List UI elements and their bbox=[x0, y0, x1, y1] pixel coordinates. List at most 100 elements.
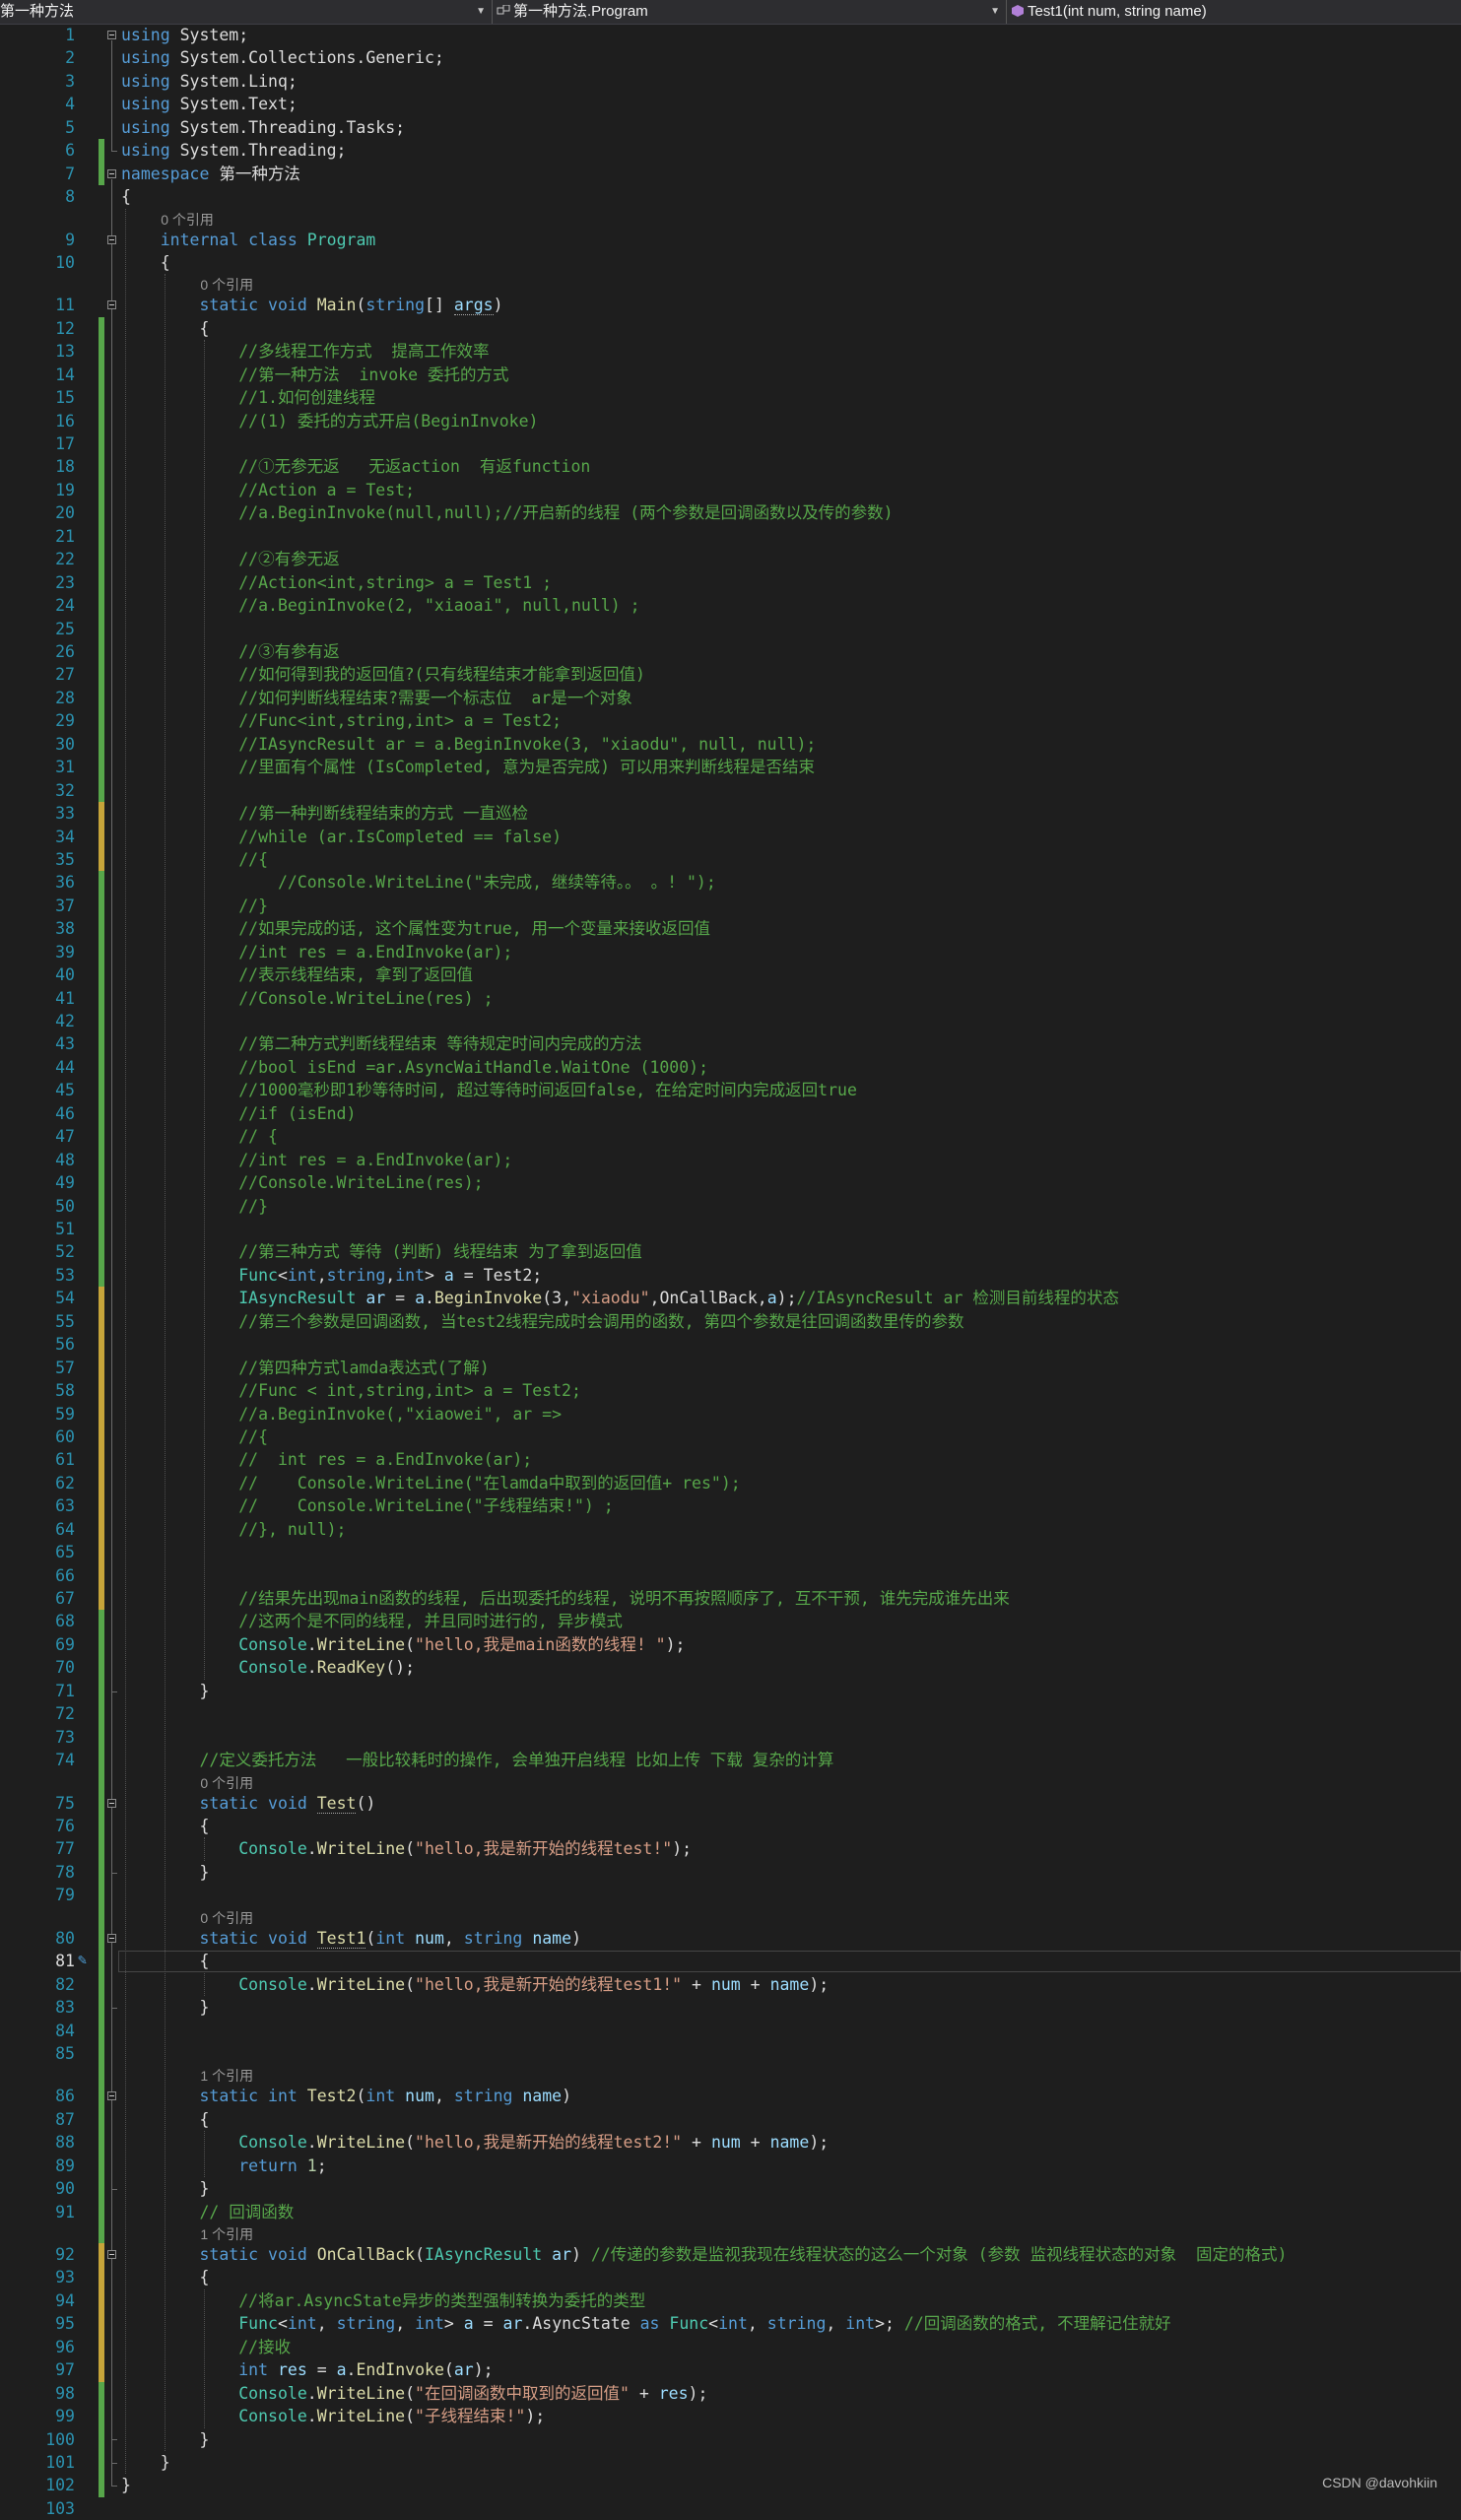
code-line[interactable]: 24 //a.BeginInvoke(2, "xiaoai", null,nul… bbox=[0, 594, 1461, 617]
code-line[interactable]: 39 //int res = a.EndInvoke(ar); bbox=[0, 941, 1461, 963]
code-line[interactable]: 55 //第三个参数是回调函数, 当test2线程完成时会调用的函数, 第四个参… bbox=[0, 1310, 1461, 1333]
code-line[interactable]: 102} bbox=[0, 2474, 1461, 2496]
codelens-reference-count[interactable]: 1 个引用 bbox=[200, 2224, 253, 2244]
code-line[interactable]: 89 return 1; bbox=[0, 2155, 1461, 2177]
codelens-reference-count[interactable]: 0 个引用 bbox=[200, 275, 253, 295]
code-line[interactable]: 18 //①无参无返 无返action 有返function bbox=[0, 455, 1461, 478]
code-line[interactable]: 82 Console.WriteLine("hello,我是新开始的线程test… bbox=[0, 1973, 1461, 1996]
code-line[interactable]: 45 //1000毫秒即1秒等待时间, 超过等待时间返回false, 在给定时间… bbox=[0, 1079, 1461, 1101]
code-line[interactable]: 62 // Console.WriteLine("在lamda中取到的返回值+ … bbox=[0, 1472, 1461, 1494]
code-line[interactable]: 94 //将ar.AsyncState异步的类型强制转换为委托的类型 bbox=[0, 2289, 1461, 2312]
code-line[interactable]: 33 //第一种判断线程结束的方式 一直巡检 bbox=[0, 802, 1461, 825]
code-line[interactable]: 84 bbox=[0, 2020, 1461, 2042]
code-line[interactable]: 67 //结果先出现main函数的线程, 后出现委托的线程, 说明不再按照顺序了… bbox=[0, 1587, 1461, 1610]
code-line[interactable]: 25 bbox=[0, 618, 1461, 640]
code-line[interactable]: 26 //③有参有返 bbox=[0, 640, 1461, 663]
code-line[interactable]: 99 Console.WriteLine("子线程结束!"); bbox=[0, 2405, 1461, 2427]
code-line[interactable]: 23 //Action<int,string> a = Test1 ; bbox=[0, 571, 1461, 594]
code-line[interactable]: 51 bbox=[0, 1218, 1461, 1240]
code-line[interactable]: 22 //②有参无返 bbox=[0, 548, 1461, 570]
code-line[interactable]: 40 //表示线程结束, 拿到了返回值 bbox=[0, 963, 1461, 986]
code-line[interactable]: 98 Console.WriteLine("在回调函数中取到的返回值" + re… bbox=[0, 2382, 1461, 2405]
code-line[interactable]: 56 bbox=[0, 1333, 1461, 1356]
code-line[interactable]: 27 //如何得到我的返回值?(只有线程结束才能拿到返回值) bbox=[0, 663, 1461, 686]
code-line[interactable]: 37 //} bbox=[0, 895, 1461, 917]
code-line[interactable]: 4 using System.Text; bbox=[0, 93, 1461, 115]
code-line[interactable]: 47 // { bbox=[0, 1125, 1461, 1148]
code-line[interactable]: 81 { bbox=[0, 1950, 1461, 1972]
code-line[interactable]: 52 //第三种方式 等待 (判断) 线程结束 为了拿到返回值 bbox=[0, 1240, 1461, 1263]
code-line[interactable]: 42 bbox=[0, 1010, 1461, 1032]
code-line[interactable]: 64 //}, null); bbox=[0, 1518, 1461, 1541]
code-line[interactable]: 21 bbox=[0, 525, 1461, 548]
code-line[interactable]: 9 internal class Program bbox=[0, 229, 1461, 251]
code-line[interactable]: 28 //如何判断线程结束?需要一个标志位 ar是一个对象 bbox=[0, 687, 1461, 709]
code-line[interactable]: 16 //(1) 委托的方式开启(BeginInvoke) bbox=[0, 410, 1461, 432]
code-line[interactable]: 36 //Console.WriteLine("未完成, 继续等待。。 。! "… bbox=[0, 871, 1461, 894]
code-line[interactable]: 59 //a.BeginInvoke(,"xiaowei", ar => bbox=[0, 1403, 1461, 1426]
code-line[interactable]: 95 Func<int, string, int> a = ar.AsyncSt… bbox=[0, 2312, 1461, 2335]
code-line[interactable]: 65 bbox=[0, 1541, 1461, 1563]
code-line[interactable]: 29 //Func<int,string,int> a = Test2; bbox=[0, 709, 1461, 732]
code-line[interactable]: 15 //1.如何创建线程 bbox=[0, 386, 1461, 409]
code-line[interactable]: 6 using System.Threading; bbox=[0, 139, 1461, 162]
code-line[interactable]: 44 //bool isEnd =ar.AsyncWaitHandle.Wait… bbox=[0, 1056, 1461, 1079]
code-line[interactable]: 73 bbox=[0, 1726, 1461, 1749]
code-line[interactable]: 5 using System.Threading.Tasks; bbox=[0, 116, 1461, 139]
code-line[interactable]: 49 //Console.WriteLine(res); bbox=[0, 1171, 1461, 1194]
code-line[interactable]: 7 namespace 第一种方法 bbox=[0, 163, 1461, 185]
code-line[interactable]: 77 Console.WriteLine("hello,我是新开始的线程test… bbox=[0, 1837, 1461, 1860]
code-line[interactable]: 71 } bbox=[0, 1680, 1461, 1702]
code-line[interactable]: 79 bbox=[0, 1884, 1461, 1906]
code-line[interactable]: 93 { bbox=[0, 2266, 1461, 2288]
code-line[interactable]: 90 } bbox=[0, 2177, 1461, 2200]
code-line[interactable]: 69 Console.WriteLine("hello,我是main函数的线程!… bbox=[0, 1633, 1461, 1656]
member-dropdown[interactable]: Test1(int num, string name) bbox=[1007, 0, 1461, 24]
code-line[interactable]: 57 //第四种方式lamda表达式(了解) bbox=[0, 1357, 1461, 1379]
project-dropdown[interactable]: 第一种方法 ▼ bbox=[0, 0, 493, 24]
code-line[interactable]: 8{ bbox=[0, 185, 1461, 208]
codelens-reference-count[interactable]: 0 个引用 bbox=[161, 210, 214, 230]
code-line[interactable]: 61 // int res = a.EndInvoke(ar); bbox=[0, 1448, 1461, 1471]
code-line[interactable]: 80 static void Test1(int num, string nam… bbox=[0, 1927, 1461, 1950]
code-editor[interactable]: 0 个引用 0 个引用 0 个引用 0 个引用 1 个引用 1 个引用 1 using Sys… bbox=[0, 24, 1461, 2518]
code-line[interactable]: 60 //{ bbox=[0, 1426, 1461, 1448]
code-line[interactable]: 20 //a.BeginInvoke(null,null);//开启新的线程 (… bbox=[0, 501, 1461, 524]
code-line[interactable]: 32 bbox=[0, 779, 1461, 802]
code-line[interactable]: 12 { bbox=[0, 317, 1461, 340]
code-line[interactable]: 3 using System.Linq; bbox=[0, 70, 1461, 93]
code-line[interactable]: 72 bbox=[0, 1702, 1461, 1725]
code-line[interactable]: 85 bbox=[0, 2042, 1461, 2065]
code-line[interactable]: 43 //第二种方式判断线程结束 等待规定时间内完成的方法 bbox=[0, 1032, 1461, 1055]
code-line[interactable]: 54 IAsyncResult ar = a.BeginInvoke(3,"xi… bbox=[0, 1287, 1461, 1309]
code-line[interactable]: 17 bbox=[0, 432, 1461, 455]
code-line[interactable]: 2 using System.Collections.Generic; bbox=[0, 46, 1461, 69]
code-line[interactable]: 10 { bbox=[0, 251, 1461, 274]
code-line[interactable]: 103 bbox=[0, 2497, 1461, 2520]
code-line[interactable]: 14 //第一种方法 invoke 委托的方式 bbox=[0, 364, 1461, 386]
codelens-reference-count[interactable]: 0 个引用 bbox=[200, 1908, 253, 1928]
code-line[interactable]: 91 // 回调函数 bbox=[0, 2201, 1461, 2223]
quick-action-pencil-icon[interactable]: ✎ bbox=[78, 1951, 87, 1968]
code-line[interactable]: 88 Console.WriteLine("hello,我是新开始的线程test… bbox=[0, 2131, 1461, 2154]
type-dropdown[interactable]: 第一种方法.Program ▼ bbox=[493, 0, 1007, 24]
code-line[interactable]: 50 //} bbox=[0, 1195, 1461, 1218]
code-line[interactable]: 92 static void OnCallBack(IAsyncResult a… bbox=[0, 2243, 1461, 2266]
code-line[interactable]: 70 Console.ReadKey(); bbox=[0, 1656, 1461, 1679]
codelens-reference-count[interactable]: 1 个引用 bbox=[200, 2066, 253, 2086]
code-line[interactable]: 1 using System; bbox=[0, 24, 1461, 46]
code-line[interactable]: 74 //定义委托方法 一般比较耗时的操作, 会单独开启线程 比如上传 下载 复… bbox=[0, 1749, 1461, 1771]
code-line[interactable]: 35 //{ bbox=[0, 848, 1461, 871]
code-line[interactable]: 53 Func<int,string,int> a = Test2; bbox=[0, 1264, 1461, 1287]
code-line[interactable]: 31 //里面有个属性 (IsCompleted, 意为是否完成) 可以用来判断… bbox=[0, 756, 1461, 778]
code-line[interactable]: 41 //Console.WriteLine(res) ; bbox=[0, 987, 1461, 1010]
code-line[interactable]: 38 //如果完成的话, 这个属性变为true, 用一个变量来接收返回值 bbox=[0, 917, 1461, 940]
code-line[interactable]: 58 //Func < int,string,int> a = Test2; bbox=[0, 1379, 1461, 1402]
code-line[interactable]: 76 { bbox=[0, 1815, 1461, 1837]
code-line[interactable]: 78 } bbox=[0, 1861, 1461, 1884]
code-line[interactable]: 30 //IAsyncResult ar = a.BeginInvoke(3, … bbox=[0, 733, 1461, 756]
code-line[interactable]: 66 bbox=[0, 1564, 1461, 1587]
code-line[interactable]: 83 } bbox=[0, 1996, 1461, 2019]
code-line[interactable]: 97 int res = a.EndInvoke(ar); bbox=[0, 2358, 1461, 2381]
code-line[interactable]: 11 static void Main(string[] args) bbox=[0, 294, 1461, 316]
